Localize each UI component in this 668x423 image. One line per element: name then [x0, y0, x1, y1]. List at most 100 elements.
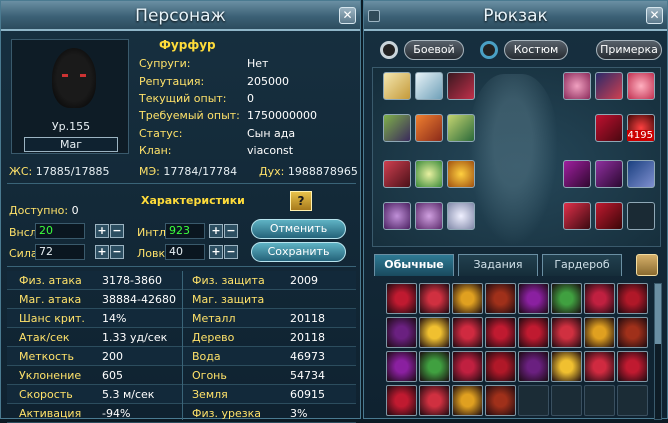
inventory-slot[interactable]: [617, 283, 648, 314]
inventory-slot-empty[interactable]: [584, 385, 615, 416]
equip-slot-cape[interactable]: [383, 114, 411, 142]
inventory-slot[interactable]: [617, 351, 648, 382]
inventory-slot[interactable]: [551, 317, 582, 348]
bag-tabs: Обычные Задания Гардероб: [372, 254, 661, 276]
character-titlebar[interactable]: Персонаж ✕: [1, 1, 360, 31]
stat-dex-label: Ловк: [137, 247, 166, 260]
inventory-slot[interactable]: [518, 317, 549, 348]
pin-icon[interactable]: [368, 10, 380, 22]
equip-slot-fashion[interactable]: [447, 202, 475, 230]
column-divider: [182, 271, 183, 420]
inventory-slot[interactable]: [452, 317, 483, 348]
equip-slot-costume-feet[interactable]: [595, 160, 623, 188]
inventory-slot[interactable]: [452, 351, 483, 382]
inventory-slot[interactable]: [452, 385, 483, 416]
radio-battle-icon[interactable]: [380, 41, 398, 59]
inventory-slot[interactable]: [386, 317, 417, 348]
stat-vit-plus-button[interactable]: +: [95, 224, 109, 238]
radio-costume-icon[interactable]: [480, 41, 498, 59]
equip-slot-costume-weapon[interactable]: [627, 160, 655, 188]
equip-slot-charm-2[interactable]: [415, 202, 443, 230]
sort-icon[interactable]: [636, 254, 658, 276]
inventory-slot-empty[interactable]: [617, 385, 648, 416]
stat-int-label: Интл: [137, 226, 166, 239]
stat-vit-minus-button[interactable]: −: [110, 224, 124, 238]
inventory-slot-empty[interactable]: [518, 385, 549, 416]
inventory-slot[interactable]: [386, 385, 417, 416]
equip-slot-weapon[interactable]: [447, 72, 475, 100]
inventory-slot[interactable]: [419, 317, 450, 348]
close-icon[interactable]: ✕: [646, 7, 663, 24]
close-icon[interactable]: ✕: [339, 7, 356, 24]
avatar-portrait: [52, 48, 96, 108]
avatar: Ур.155 Маг: [11, 39, 129, 154]
equip-slot-pet[interactable]: [563, 72, 591, 100]
equip-slot-costume-legs[interactable]: [563, 160, 591, 188]
inventory-slot[interactable]: [518, 351, 549, 382]
equip-slot-costume-body[interactable]: [595, 114, 623, 142]
equip-slot-costume-head[interactable]: [627, 72, 655, 100]
equip-slot-ammo[interactable]: 4195: [626, 114, 655, 142]
equipment-area: 4195: [372, 67, 661, 247]
stat-dex-minus-button[interactable]: −: [224, 245, 238, 259]
battle-mode-button[interactable]: Боевой: [404, 40, 464, 60]
inventory-slot[interactable]: [584, 317, 615, 348]
divider: [7, 266, 356, 267]
level-label: Ур.155: [51, 120, 91, 133]
equip-slot-charm[interactable]: [383, 202, 411, 230]
spirit-readout: Дух: 1988878965: [259, 165, 358, 178]
characteristics-title: Характеристики: [141, 194, 245, 207]
inventory-slot[interactable]: [584, 283, 615, 314]
equip-slot-ring[interactable]: [415, 160, 443, 188]
inventory-slot[interactable]: [485, 317, 516, 348]
inventory-slot[interactable]: [485, 283, 516, 314]
inventory-grid: [386, 283, 650, 420]
available-points: Доступно: 0: [9, 204, 79, 217]
stat-int-minus-button[interactable]: −: [224, 224, 238, 238]
equip-slot-wrist[interactable]: [383, 160, 411, 188]
inventory-slot[interactable]: [584, 351, 615, 382]
equip-slot-bow[interactable]: [627, 202, 655, 230]
help-button[interactable]: ?: [290, 191, 312, 211]
equip-slot-necklace[interactable]: [415, 72, 443, 100]
equip-slot-helmet[interactable]: [383, 72, 411, 100]
inventory-slot-empty[interactable]: [551, 385, 582, 416]
equip-slot-costume-gloves[interactable]: [595, 202, 623, 230]
inventory-slot[interactable]: [386, 283, 417, 314]
try-on-button[interactable]: Примерка: [596, 40, 662, 60]
tab-regular[interactable]: Обычные: [374, 254, 454, 276]
equip-slot-mask[interactable]: [595, 72, 623, 100]
tab-quests[interactable]: Задания: [458, 254, 538, 276]
stat-str-minus-button[interactable]: −: [110, 245, 124, 259]
inventory-slot[interactable]: [452, 283, 483, 314]
inventory-slot[interactable]: [518, 283, 549, 314]
stat-str-plus-button[interactable]: +: [95, 245, 109, 259]
inventory-slot[interactable]: [551, 351, 582, 382]
item-count-badge: 4195: [626, 130, 654, 141]
inventory-slot[interactable]: [617, 317, 648, 348]
inventory-slot[interactable]: [485, 385, 516, 416]
bag-titlebar[interactable]: Рюкзак ✕: [364, 1, 667, 31]
inventory-slot[interactable]: [419, 385, 450, 416]
stat-dex-plus-button[interactable]: +: [209, 245, 223, 259]
hp-readout: ЖС: 17885/17885: [9, 165, 110, 178]
equip-slot-belt[interactable]: [447, 160, 475, 188]
inventory-slot[interactable]: [419, 283, 450, 314]
equip-slot-armor[interactable]: [447, 114, 475, 142]
tab-wardrobe[interactable]: Гардероб: [542, 254, 622, 276]
cancel-button[interactable]: Отменить: [251, 219, 346, 239]
scrollbar[interactable]: [654, 283, 662, 420]
stat-vit-label: Внсл: [9, 226, 37, 239]
inventory-slot[interactable]: [551, 283, 582, 314]
equip-slot-costume-boots[interactable]: [563, 202, 591, 230]
stat-str-label: Сила: [9, 247, 38, 260]
bag-panel: Рюкзак ✕ Боевой Костюм Примерка 4195 Обы…: [363, 0, 668, 420]
scrollbar-thumb[interactable]: [655, 284, 661, 344]
stat-int-plus-button[interactable]: +: [209, 224, 223, 238]
costume-mode-button[interactable]: Костюм: [504, 40, 568, 60]
save-button[interactable]: Сохранить: [251, 242, 346, 262]
inventory-slot[interactable]: [386, 351, 417, 382]
inventory-slot[interactable]: [419, 351, 450, 382]
equip-slot-shoulders[interactable]: [415, 114, 443, 142]
inventory-slot[interactable]: [485, 351, 516, 382]
